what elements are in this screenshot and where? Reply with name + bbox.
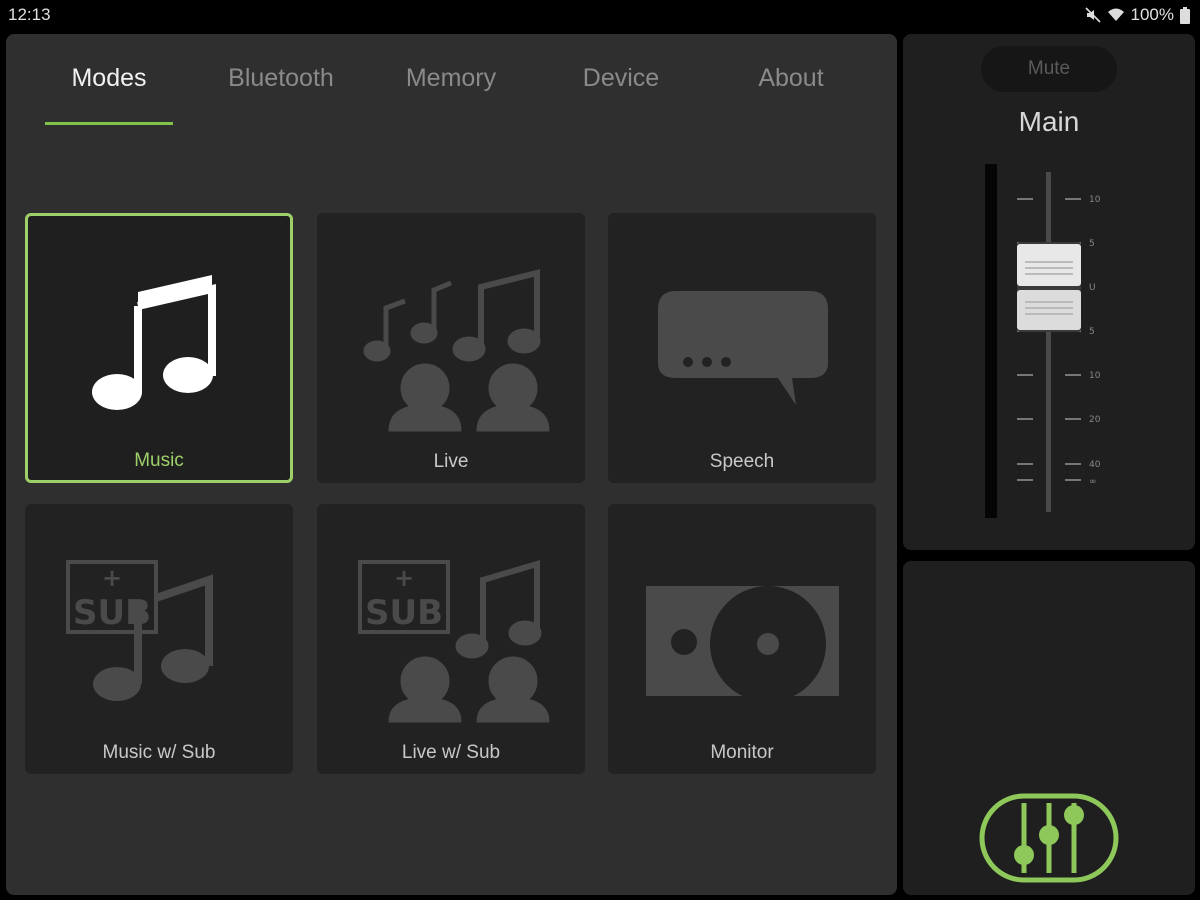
mode-tile-speech[interactable]: Speech [608, 213, 876, 483]
scale-label: 5 [1089, 239, 1095, 249]
tab-memory[interactable]: Memory [386, 64, 516, 100]
scale-label: ∞ [1089, 477, 1097, 487]
channel-strip: Mute Main 10 5 U 5 10 20 40 ∞ [903, 34, 1195, 550]
mode-tile-music[interactable]: Music [25, 213, 293, 483]
tab-about[interactable]: About [726, 64, 856, 100]
battery-icon [1180, 6, 1190, 24]
mode-label-speech: Speech [709, 451, 775, 472]
battery-label: 100% [1130, 5, 1174, 24]
mute-notification-icon [1084, 7, 1101, 23]
status-bar: 12:13 100% [0, 0, 1200, 30]
scale-label: 5 [1089, 327, 1095, 337]
sub-plus-text: + [102, 564, 122, 592]
monitor-speaker-icon [646, 586, 839, 702]
level-meter [985, 164, 997, 518]
sub-badge-text: SUB [365, 593, 443, 633]
sub-plus-text: + [394, 564, 414, 592]
fader-knob[interactable] [1017, 242, 1081, 332]
music-note-icon [92, 275, 216, 410]
mode-label-live: Live [433, 451, 469, 472]
mode-tile-live[interactable]: Live [317, 213, 585, 483]
active-tab-indicator [45, 122, 173, 125]
mode-tile-music-sub[interactable]: + SUB Music w/ Sub [25, 504, 293, 774]
fader-track [1046, 172, 1051, 512]
mixer-sliders-icon [979, 793, 1119, 883]
tab-bar: Modes Bluetooth Memory Device About [26, 64, 881, 125]
mode-label-monitor: Monitor [710, 742, 774, 763]
mixer-button[interactable] [979, 793, 1119, 888]
scale-label: 10 [1089, 371, 1101, 381]
mode-tile-live-sub[interactable]: + SUB Live w/ Sub [317, 504, 585, 774]
music-sub-icon: + SUB [66, 560, 213, 701]
side-bottom-panel [903, 561, 1195, 895]
live-crowd-icon [363, 269, 550, 432]
speech-bubble-icon [658, 291, 828, 405]
scale-label: 40 [1089, 460, 1101, 470]
tab-bluetooth[interactable]: Bluetooth [216, 64, 346, 100]
mode-label-live-sub: Live w/ Sub [401, 742, 501, 763]
status-time: 12:13 [8, 5, 51, 24]
fader-graphic: 10 5 U 5 10 20 40 ∞ [985, 164, 1101, 518]
scale-label: 10 [1089, 195, 1101, 205]
scale-label: U [1089, 283, 1096, 293]
mode-tile-monitor[interactable]: Monitor [608, 504, 876, 774]
scale-label: 20 [1089, 415, 1101, 425]
mode-label-music-sub: Music w/ Sub [102, 742, 216, 763]
main-panel: Modes Bluetooth Memory Device About Musi… [6, 34, 897, 895]
mode-label-music: Music [134, 450, 184, 471]
live-sub-icon: + SUB [358, 559, 550, 723]
tab-modes[interactable]: Modes [45, 64, 173, 100]
wifi-icon [1107, 7, 1125, 23]
tab-device[interactable]: Device [556, 64, 686, 100]
